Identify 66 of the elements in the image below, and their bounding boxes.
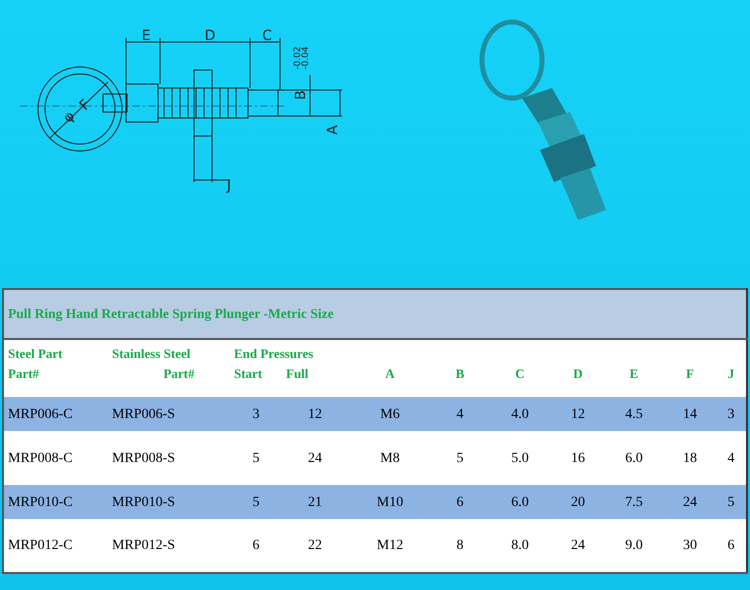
column-header: D [573, 366, 583, 380]
dimension-label: D [204, 28, 216, 44]
table-cell: 24 [571, 538, 585, 553]
column-header: A [385, 366, 395, 380]
table-cell: M8 [380, 450, 400, 466]
dimension-label: J [226, 178, 232, 194]
column-header: F [686, 366, 694, 380]
table-cell: MRP012-S [112, 538, 176, 553]
table-cell: 6 [252, 538, 260, 553]
table-cell: 12 [308, 406, 322, 422]
table-cell: M12 [376, 538, 404, 553]
table-cell: 12 [571, 406, 585, 422]
column-header: Part# [8, 366, 40, 380]
table-cell: 9.0 [625, 538, 643, 553]
table-cell: 24 [683, 494, 697, 510]
column-header: End Pressures [234, 346, 314, 361]
table-cell: 4.0 [511, 406, 529, 422]
dimension-label: E [142, 28, 150, 44]
column-header: Steel Part [8, 346, 63, 361]
table-cell: MRP012-C [8, 538, 73, 553]
table-cell: 4 [728, 450, 735, 466]
table-cell: 20 [571, 494, 585, 510]
dimension-label: A [325, 125, 341, 135]
column-header: Part# [163, 366, 195, 380]
dimension-label: -0.04 [301, 46, 311, 70]
table-cell: 14 [683, 406, 697, 422]
table-cell: MRP006-S [112, 406, 176, 422]
table-cell: 4.5 [625, 406, 643, 422]
table-cell: 5 [252, 450, 260, 466]
dimension-label: C [262, 28, 272, 44]
table-cell: 5 [456, 450, 464, 466]
column-header: J [728, 366, 734, 380]
column-header: B [456, 366, 464, 380]
column-header: Start [234, 366, 262, 380]
table-cell: M10 [376, 494, 404, 510]
table-cell: 6 [456, 494, 464, 510]
table-cell: 30 [683, 538, 697, 553]
table-cell: 3 [728, 406, 735, 422]
table-cell: M6 [380, 406, 400, 422]
table-cell: 7.5 [625, 494, 643, 510]
table-cell: 6 [728, 538, 735, 553]
table-cell: 8 [456, 538, 464, 553]
column-header: Full [286, 366, 308, 380]
table-cell: MRP006-C [8, 406, 73, 422]
dimension-label: B [293, 90, 309, 100]
table-cell: 16 [571, 450, 585, 466]
table-cell: 6.0 [511, 494, 529, 510]
column-header: E [630, 366, 638, 380]
table-cell: 3 [252, 406, 260, 422]
table-title: Pull Ring Hand Retractable Spring Plunger -Metric Size [8, 306, 334, 321]
table-cell: 5 [252, 494, 260, 510]
table-cell: 21 [308, 494, 322, 510]
table-cell: MRP008-C [8, 450, 73, 466]
table-cell: MRP008-S [112, 450, 176, 466]
table-cell: 22 [308, 538, 322, 553]
column-header: C [515, 366, 525, 380]
table-cell: 8.0 [511, 538, 529, 553]
table-cell: 5.0 [511, 450, 529, 466]
column-header: Stainless Steel [112, 346, 190, 361]
table-cell: 18 [683, 450, 697, 466]
table-cell: 4 [456, 406, 464, 422]
table-cell: MRP010-S [112, 494, 176, 510]
table-cell: 5 [728, 494, 735, 510]
table-cell: MRP010-C [8, 494, 73, 510]
table-cell: 24 [308, 450, 322, 466]
table-cell: 6.0 [625, 450, 643, 466]
